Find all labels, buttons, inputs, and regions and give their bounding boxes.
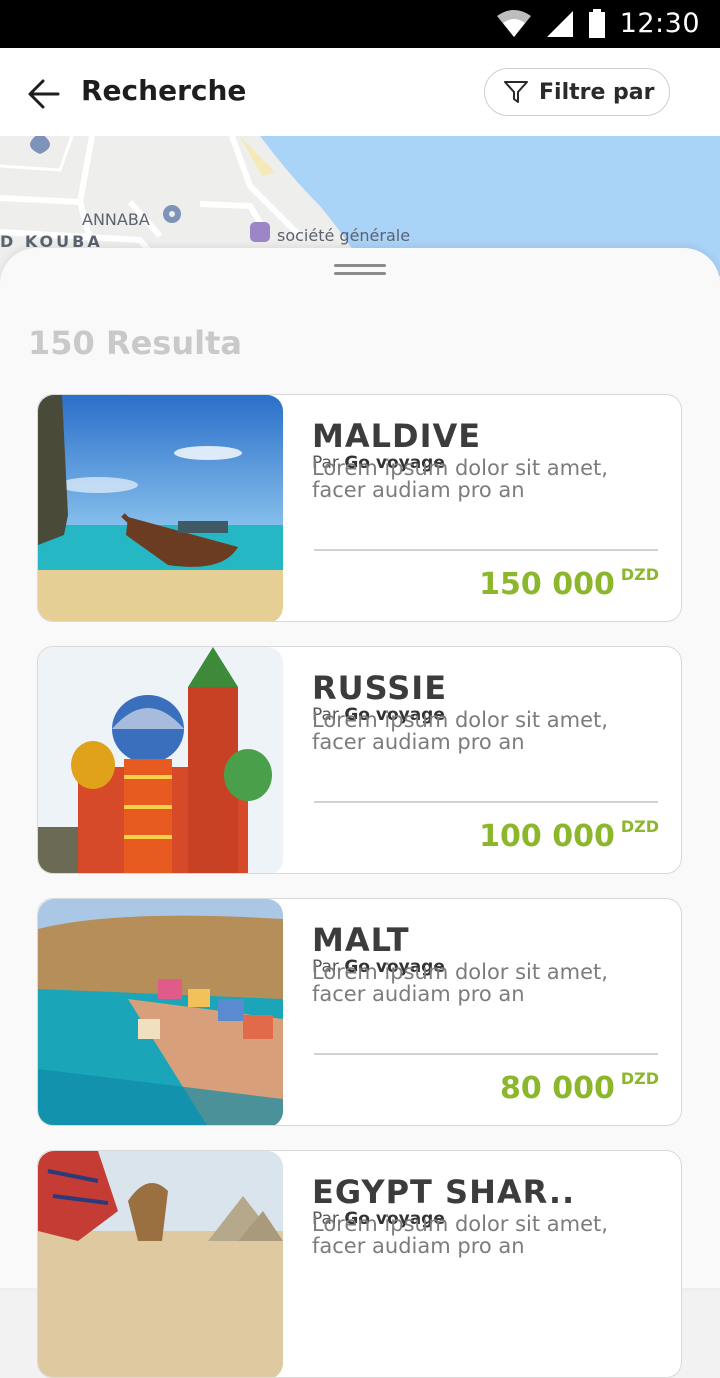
status-bar: 12:30 — [0, 0, 720, 48]
page-title: Recherche — [81, 74, 247, 107]
status-time: 12:30 — [619, 8, 700, 39]
map-label-annaba: ANNABA — [82, 210, 150, 229]
filter-label: Filtre par — [539, 79, 655, 105]
filter-icon — [504, 81, 528, 103]
destination-card[interactable]: MALT Par Go voyage Lorem ipsum dolor sit… — [37, 898, 682, 1126]
price-value: 80 000 — [500, 1071, 615, 1106]
destination-title: MALT — [312, 921, 410, 959]
destination-title: MALDIVE — [312, 417, 482, 455]
destination-title: EGYPT SHAR.. — [312, 1173, 576, 1211]
price-value: 150 000 — [479, 567, 615, 602]
battery-icon — [588, 8, 605, 38]
destination-description: Lorem ipsum dolor sit amet, facer audiam… — [312, 960, 608, 1006]
wifi-icon — [496, 9, 531, 37]
destination-description: Lorem ipsum dolor sit amet, facer audiam… — [312, 456, 608, 502]
destination-description: Lorem ipsum dolor sit amet, facer audiam… — [312, 708, 608, 754]
results-count: 150 Resulta — [28, 324, 242, 362]
destination-image — [38, 395, 283, 621]
destination-price: 80 000 DZD — [500, 1069, 659, 1106]
destination-card[interactable]: MALDIVE Par Go voyage Lorem ipsum dolor … — [37, 394, 682, 622]
arrow-left-icon — [28, 79, 60, 109]
map-label-societe-generale: société générale — [277, 226, 411, 245]
cell-signal-icon — [546, 10, 573, 37]
price-value: 100 000 — [479, 819, 615, 854]
destination-description: Lorem ipsum dolor sit amet, facer audiam… — [312, 1212, 608, 1258]
divider — [314, 801, 658, 803]
price-currency: DZD — [620, 1069, 659, 1088]
app-bar: Recherche Filtre par — [0, 48, 720, 136]
drag-handle[interactable] — [334, 264, 386, 278]
back-button[interactable] — [24, 72, 68, 116]
destination-image — [38, 647, 283, 873]
destination-card[interactable]: RUSSIE Par Go voyage Lorem ipsum dolor s… — [37, 646, 682, 874]
destination-price: 100 000 DZD — [479, 817, 659, 854]
price-currency: DZD — [620, 565, 659, 584]
divider — [314, 549, 658, 551]
destination-title: RUSSIE — [312, 669, 448, 707]
price-currency: DZD — [620, 817, 659, 836]
divider — [314, 1053, 658, 1055]
results-sheet: 150 Resulta MALDIVE Par Go voyage Lorem … — [0, 248, 720, 1378]
destination-price: 150 000 DZD — [479, 565, 659, 602]
destination-card[interactable]: EGYPT SHAR.. Par Go voyage Lorem ipsum d… — [37, 1150, 682, 1378]
status-icons: 12:30 — [496, 8, 700, 39]
destination-image — [38, 1151, 283, 1377]
filter-button[interactable]: Filtre par — [484, 68, 670, 116]
destination-image — [38, 899, 283, 1125]
